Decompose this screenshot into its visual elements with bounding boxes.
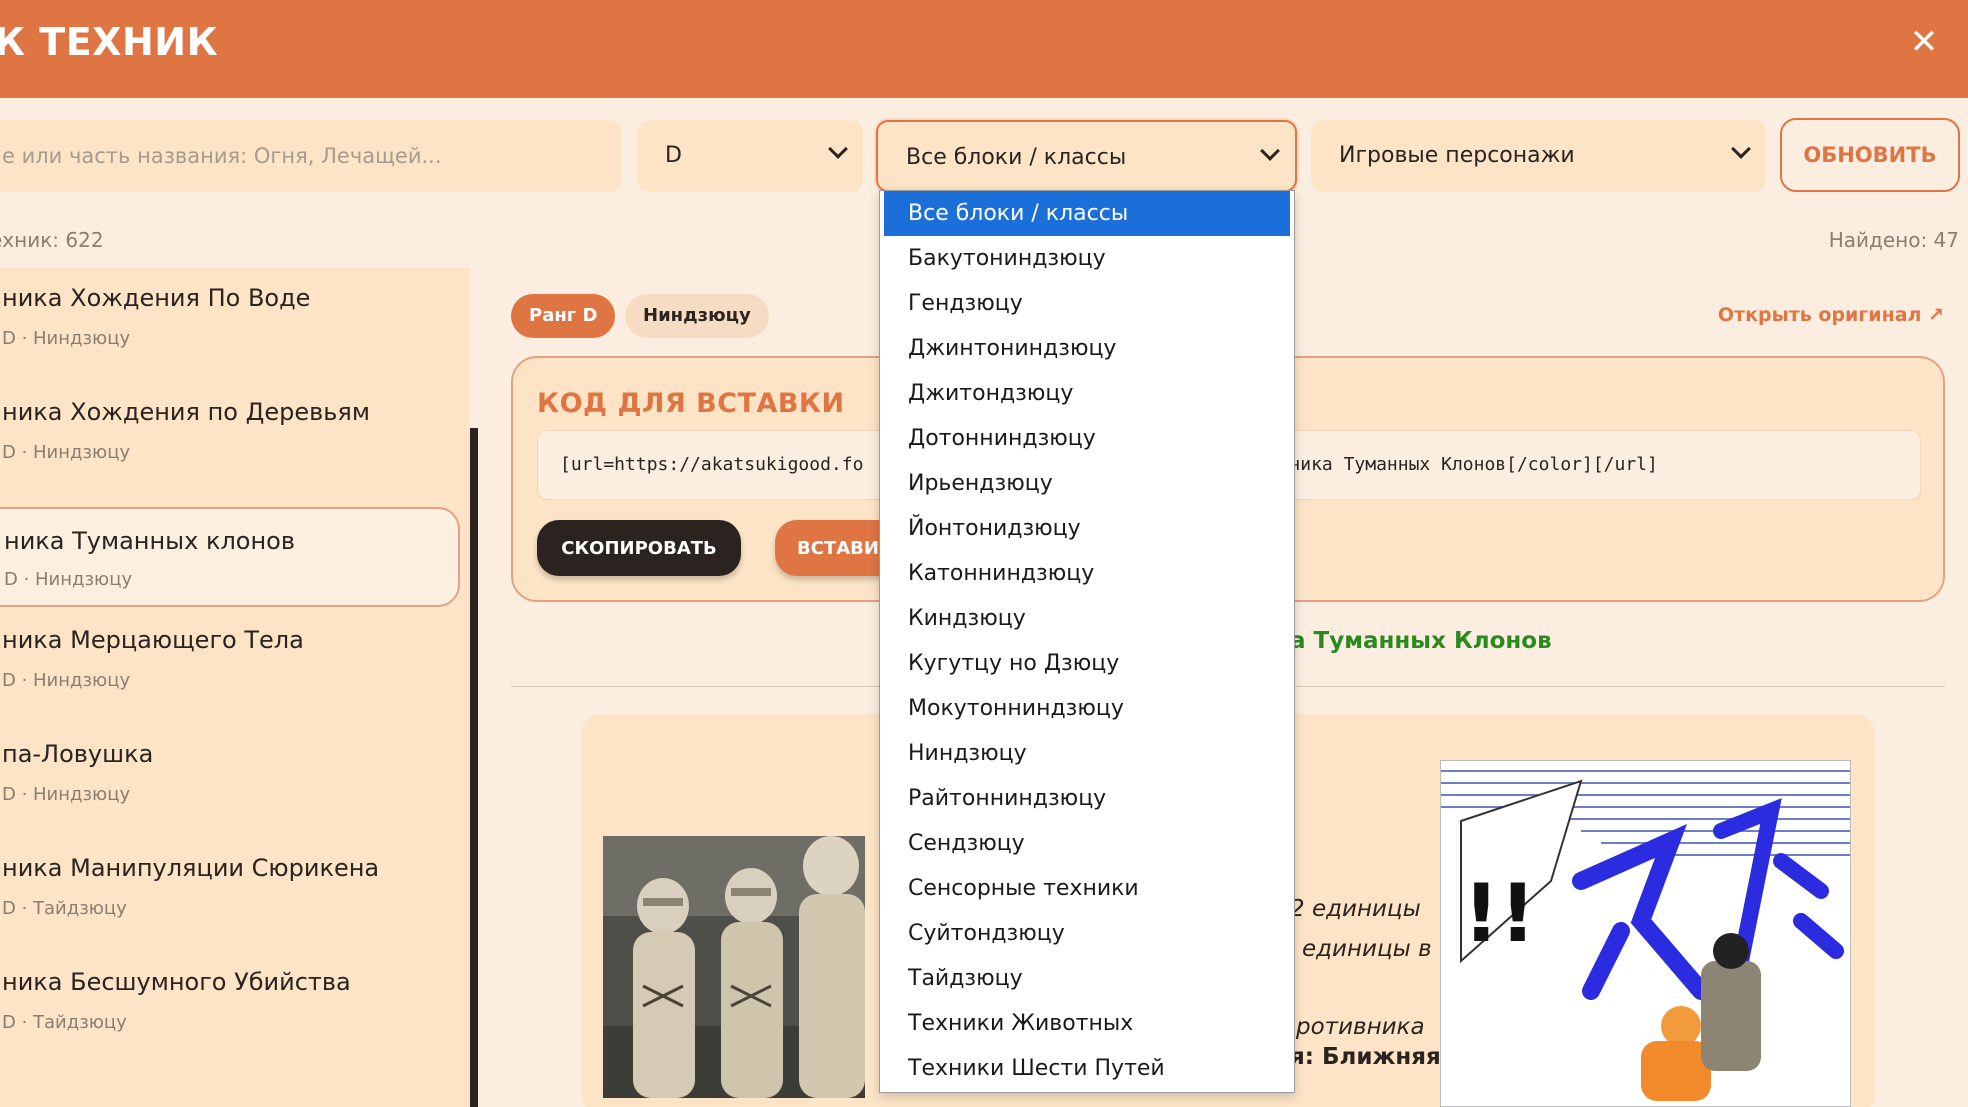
description-line: единицы в (1302, 936, 1432, 962)
page-title: К ТЕХНИК (0, 20, 219, 64)
chevron-down-icon (1260, 141, 1280, 161)
dropdown-option[interactable]: Дотонниндзюцу (880, 416, 1294, 461)
dropdown-option[interactable]: Райтонниндзюцу (880, 776, 1294, 821)
dropdown-option[interactable]: Кугутцу но Дзюцу (880, 641, 1294, 686)
dropdown-option[interactable]: Суйтондзюцу (880, 911, 1294, 956)
description-line: я: Ближняя (1290, 1044, 1441, 1070)
dropdown-option[interactable]: Ирьендзюцу (880, 461, 1294, 506)
list-item-meta: D · Ниндзюцу (4, 569, 133, 590)
list-item-name: ника Хождения По Воде (2, 284, 311, 312)
rank-select-value: D (665, 143, 682, 168)
block-select-dropdown: Все блоки / классы Бакутониндзюцу Гендзю… (879, 190, 1295, 1093)
list-item[interactable]: ника Мерцающего Тела D · Ниндзюцу (0, 610, 460, 710)
list-item[interactable]: ника Бесшумного Убийства D · Тайдзюцу (0, 952, 460, 1052)
rank-select[interactable]: D (637, 120, 863, 192)
preview-title-link[interactable]: а Туманных Клонов (1290, 628, 1552, 654)
dropdown-option[interactable]: Киндзюцу (880, 596, 1294, 641)
list-item-meta: D · Ниндзюцу (2, 670, 131, 691)
dropdown-option[interactable]: Джинтониндзюцу (880, 326, 1294, 371)
description-line: 2 единицы (1290, 896, 1421, 922)
list-item-meta: D · Ниндзюцу (2, 784, 131, 805)
technique-image-manga: !! (1440, 760, 1851, 1107)
embed-code-title: КОД ДЛЯ ВСТАВКИ (537, 388, 845, 419)
list-item[interactable]: па-Ловушка D · Ниндзюцу (0, 724, 460, 824)
dropdown-option[interactable]: Техники Шести Путей (880, 1046, 1294, 1091)
chevron-down-icon (1731, 139, 1751, 159)
list-item[interactable]: ника Манипуляции Сюрикена D · Тайдзюцу (0, 838, 460, 938)
total-count: ехник: 622 (0, 228, 104, 252)
characters-select[interactable]: Игровые персонажи (1311, 120, 1766, 192)
list-item-active[interactable]: ника Туманных клонов D · Ниндзюцу (0, 507, 460, 607)
list-item-name: ника Бесшумного Убийства (2, 968, 351, 996)
app-header: К ТЕХНИК ✕ (0, 0, 1968, 98)
characters-select-value: Игровые персонажи (1339, 143, 1575, 168)
dropdown-option[interactable]: Мокутонниндзюцу (880, 686, 1294, 731)
dropdown-option[interactable]: Сенсорные техники (880, 866, 1294, 911)
refresh-button[interactable]: ОБНОВИТЬ (1780, 118, 1960, 192)
list-item-name: ника Мерцающего Тела (2, 626, 304, 654)
list-item-meta: D · Ниндзюцу (2, 442, 131, 463)
svg-text:!!: !! (1463, 867, 1536, 960)
class-badge: Ниндзюцу (625, 294, 769, 338)
dropdown-option[interactable]: Ниндзюцу (880, 731, 1294, 776)
list-item-name: ника Туманных клонов (4, 527, 295, 555)
block-select-value: Все блоки / классы (906, 145, 1127, 170)
open-original-link[interactable]: Открыть оригинал ↗ (1718, 304, 1944, 326)
list-item[interactable]: ника Хождения По Воде D · Ниндзюцу (0, 268, 460, 368)
list-item-name: па-Ловушка (2, 740, 154, 768)
list-item-name: ника Хождения по Деревьям (2, 398, 370, 426)
description-line: ротивника (1296, 1014, 1425, 1040)
dropdown-option[interactable]: Все блоки / классы (884, 191, 1290, 236)
search-input[interactable] (0, 120, 621, 192)
chevron-down-icon (828, 139, 848, 159)
close-icon[interactable]: ✕ (1904, 22, 1944, 62)
embed-code-left: [url=https://akatsukigood.fo (560, 454, 864, 475)
dropdown-option[interactable]: Гендзюцу (880, 281, 1294, 326)
dropdown-option[interactable]: Бакутониндзюцу (880, 236, 1294, 281)
list-item[interactable]: ника Хождения по Деревьям D · Ниндзюцу (0, 382, 460, 482)
dropdown-option[interactable]: Техники Животных (880, 1001, 1294, 1046)
dropdown-option[interactable]: Сендзюцу (880, 821, 1294, 866)
list-item-name: ника Манипуляции Сюрикена (2, 854, 380, 882)
dropdown-option[interactable]: Катонниндзюцу (880, 551, 1294, 596)
technique-list: ника Хождения По Воде D · Ниндзюцу ника … (0, 268, 470, 1107)
sidebar-scrollbar[interactable] (470, 428, 478, 1107)
rank-badge: Ранг D (511, 294, 616, 338)
dropdown-option[interactable]: Йонтонидзюцу (880, 506, 1294, 551)
block-select[interactable]: Все блоки / классы (876, 120, 1297, 192)
list-item-meta: D · Тайдзюцу (2, 898, 127, 919)
dropdown-option[interactable]: Джитондзюцу (880, 371, 1294, 416)
dropdown-option[interactable]: Тайдзюцу (880, 956, 1294, 1001)
copy-button[interactable]: СКОПИРОВАТЬ (537, 520, 741, 576)
list-item-meta: D · Ниндзюцу (2, 328, 131, 349)
technique-image-anime (603, 836, 865, 1098)
list-item-meta: D · Тайдзюцу (2, 1012, 127, 1033)
found-count: Найдено: 47 (1828, 228, 1959, 252)
